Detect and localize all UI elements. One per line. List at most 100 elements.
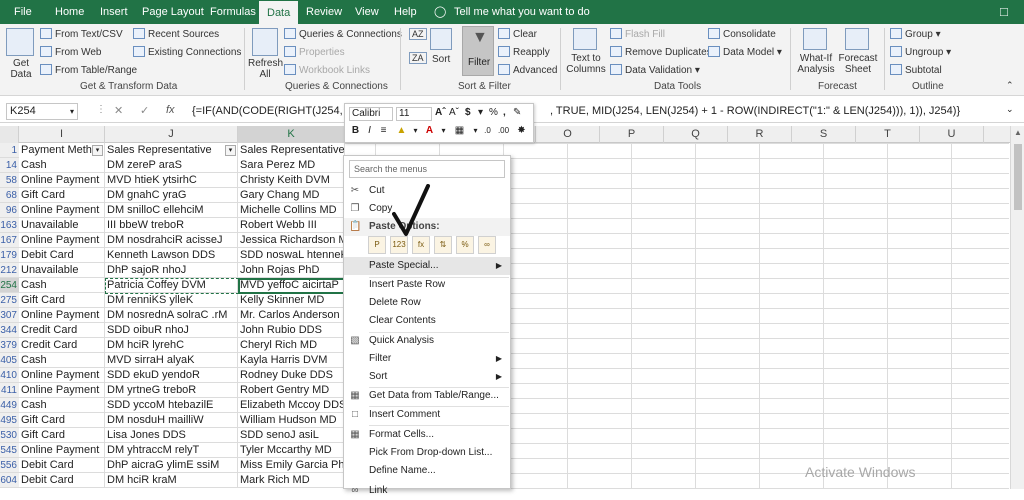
cell-payment-method[interactable]: Online Payment: [19, 443, 105, 458]
cell-payment-method[interactable]: Debit Card: [19, 458, 105, 473]
cell-payment-method[interactable]: Online Payment: [19, 308, 105, 323]
column-header-r[interactable]: R: [728, 126, 792, 143]
column-header-t[interactable]: T: [856, 126, 920, 143]
collapse-ribbon-icon[interactable]: ⌃: [1006, 80, 1014, 91]
row-header[interactable]: 545: [0, 443, 19, 458]
expand-formula-icon[interactable]: ⌄: [1006, 104, 1014, 115]
header-sales-rep-j[interactable]: Sales Representative ▾: [105, 143, 238, 158]
cell-sales-rep-k[interactable]: Robert Gentry MD: [238, 383, 345, 398]
menu-item-clear-contents[interactable]: Clear Contents: [344, 312, 510, 330]
decrease-decimal-icon[interactable]: .00: [497, 124, 510, 138]
currency-format-icon[interactable]: $: [465, 107, 471, 118]
row-header[interactable]: 212: [0, 263, 19, 278]
row-header[interactable]: 449: [0, 398, 19, 413]
data-model-button[interactable]: Data Model ▾: [708, 46, 782, 58]
cell-payment-method[interactable]: Gift Card: [19, 188, 105, 203]
cell-sales-rep-k[interactable]: Mark Rich MD: [238, 473, 345, 488]
comment-icon[interactable]: □: [1000, 0, 1008, 24]
workbook-links-button[interactable]: Workbook Links: [284, 64, 370, 76]
cell-sales-rep-j[interactable]: DM yhtraccM relyT: [105, 443, 238, 458]
cell-sales-rep-j[interactable]: SDD oibuR nhoJ: [105, 323, 238, 338]
remove-duplicates-button[interactable]: Remove Duplicates: [610, 46, 712, 58]
cell-sales-rep-k[interactable]: Kayla Harris DVM: [238, 353, 345, 368]
cell-payment-method[interactable]: Online Payment: [19, 368, 105, 383]
cell-sales-rep-j[interactable]: DM hciR lyrehC: [105, 338, 238, 353]
scrollbar-thumb[interactable]: [1014, 144, 1022, 210]
row-header[interactable]: 495: [0, 413, 19, 428]
row-header[interactable]: 379: [0, 338, 19, 353]
row-header[interactable]: 410: [0, 368, 19, 383]
cell-sales-rep-j[interactable]: DM renniKS ylleK: [105, 293, 238, 308]
filter-button[interactable]: ▼ Filter: [462, 26, 494, 76]
cell-payment-method[interactable]: Online Payment: [19, 233, 105, 248]
decrease-font-icon[interactable]: Aˇ: [449, 107, 459, 118]
cell-sales-rep-k[interactable]: Elizabeth Mccoy DDS: [238, 398, 345, 413]
row-header[interactable]: 163: [0, 218, 19, 233]
what-if-button[interactable]: What-If Analysis: [795, 53, 837, 75]
cell-sales-rep-k[interactable]: Kelly Skinner MD: [238, 293, 345, 308]
align-center-icon[interactable]: ≡: [377, 124, 390, 138]
row-header[interactable]: 405: [0, 353, 19, 368]
increase-font-icon[interactable]: Aˆ: [435, 107, 446, 118]
row-header[interactable]: 14: [0, 158, 19, 173]
cell-payment-method[interactable]: Unavailable: [19, 218, 105, 233]
cell-payment-method[interactable]: Debit Card: [19, 473, 105, 488]
tab-review[interactable]: Review: [306, 0, 342, 24]
cell-sales-rep-j[interactable]: DM nosrednA solraC .rM: [105, 308, 238, 323]
row-header[interactable]: 604: [0, 473, 19, 488]
header-sales-rep-k[interactable]: Sales Representative: [238, 143, 345, 158]
sort-za-icon[interactable]: ZA: [409, 52, 427, 64]
cell-payment-method[interactable]: Unavailable: [19, 263, 105, 278]
tab-formulas[interactable]: Formulas: [210, 0, 256, 24]
cell-sales-rep-k[interactable]: Miss Emily Garcia PhD: [238, 458, 345, 473]
row-header[interactable]: 58: [0, 173, 19, 188]
percent-format-icon[interactable]: %: [489, 107, 498, 118]
cell-payment-method[interactable]: Cash: [19, 398, 105, 413]
clear-button[interactable]: Clear: [498, 28, 537, 40]
row-header[interactable]: 411: [0, 383, 19, 398]
menu-item-get-data[interactable]: ▦ Get Data from Table/Range...: [344, 387, 510, 405]
text-to-columns-button[interactable]: Text to Columns: [566, 53, 606, 75]
cell-payment-method[interactable]: Credit Card: [19, 323, 105, 338]
paste-formatting-icon[interactable]: %: [456, 236, 474, 254]
cell-sales-rep-k[interactable]: Cheryl Rich MD: [238, 338, 345, 353]
paste-transpose-icon[interactable]: ⇅: [434, 236, 452, 254]
cell-payment-method[interactable]: Online Payment: [19, 203, 105, 218]
from-text-button[interactable]: From Text/CSV: [40, 28, 123, 40]
cell-sales-rep-j[interactable]: DM gnahC yraG: [105, 188, 238, 203]
formula-text[interactable]: {=IF(AND(CODE(RIGHT(J254, 1))>: [192, 105, 366, 117]
menu-item-insert-paste-row[interactable]: Insert Paste Row: [344, 276, 510, 294]
name-box[interactable]: K254 ▾: [6, 103, 78, 120]
sort-button[interactable]: Sort: [432, 54, 450, 65]
queries-connections-button[interactable]: Queries & Connections: [284, 28, 402, 40]
font-name-box[interactable]: Calibri: [349, 107, 393, 121]
forecast-sheet-button[interactable]: Forecast Sheet: [838, 53, 878, 75]
vertical-scrollbar[interactable]: ▲: [1010, 126, 1024, 489]
cell-sales-rep-k[interactable]: John Rubio DDS: [238, 323, 345, 338]
row-header[interactable]: 1: [0, 143, 19, 158]
cell-sales-rep-k[interactable]: SDD noswaL htenneK: [238, 248, 345, 263]
row-header[interactable]: 68: [0, 188, 19, 203]
menu-item-sort[interactable]: Sort ▶: [344, 368, 510, 386]
cell-sales-rep-k[interactable]: Michelle Collins MD: [238, 203, 345, 218]
menu-item-paste-special[interactable]: Paste Special... ▶: [344, 257, 510, 275]
active-cell-k254[interactable]: [238, 278, 345, 294]
cell-payment-method[interactable]: Gift Card: [19, 413, 105, 428]
scroll-up-icon[interactable]: ▲: [1014, 128, 1022, 137]
cancel-icon[interactable]: ✕: [114, 104, 123, 117]
cell-sales-rep-j[interactable]: MVD sirraH alyaK: [105, 353, 238, 368]
tab-help[interactable]: Help: [394, 0, 417, 24]
font-color-chevron-icon[interactable]: ▾: [437, 124, 450, 138]
row-header[interactable]: 344: [0, 323, 19, 338]
cell-payment-method[interactable]: Online Payment: [19, 173, 105, 188]
tab-view[interactable]: View: [355, 0, 379, 24]
tell-me-box[interactable]: Tell me what you want to do: [454, 0, 590, 24]
cell-sales-rep-k[interactable]: William Hudson MD: [238, 413, 345, 428]
column-header-q[interactable]: Q: [664, 126, 728, 143]
menu-item-define-name[interactable]: Define Name...: [344, 462, 510, 480]
cell-payment-method[interactable]: Cash: [19, 158, 105, 173]
from-web-button[interactable]: From Web: [40, 46, 102, 58]
row-header[interactable]: 530: [0, 428, 19, 443]
ungroup-button[interactable]: Ungroup ▾: [890, 46, 951, 58]
refresh-all-button[interactable]: Refresh All: [248, 58, 283, 80]
